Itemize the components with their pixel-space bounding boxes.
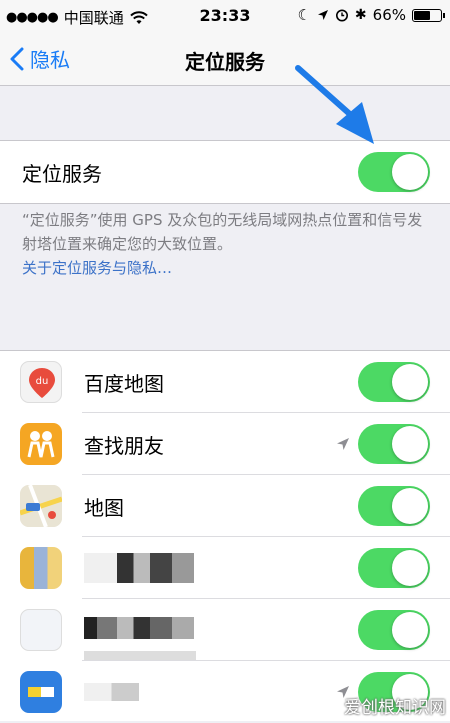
- svg-text:du: du: [36, 376, 49, 387]
- blurred-app-icon: [20, 547, 62, 589]
- toggle-knob: [392, 364, 428, 400]
- maps-icon: [20, 485, 62, 527]
- do-not-disturb-icon: ☾: [297, 6, 311, 24]
- location-services-row: 定位服务: [0, 141, 450, 203]
- baidu-map-toggle[interactable]: [358, 362, 430, 402]
- toggle-knob: [392, 488, 428, 524]
- bluetooth-icon: ✱: [354, 7, 367, 23]
- alarm-icon: [335, 9, 348, 22]
- app-row-find-friends: 查找朋友: [0, 413, 450, 475]
- battery-icon: [412, 8, 445, 22]
- pixelated-label: [84, 553, 194, 583]
- baidu-map-icon: du: [20, 361, 62, 403]
- annotation-arrow-icon: [295, 65, 374, 144]
- app-label: 地图: [84, 496, 124, 520]
- status-bar: ●●●●● 中国联通 23:33 ☾ ✱ 66%: [0, 0, 450, 32]
- app-row-blurred: [0, 599, 450, 661]
- blurred-app-toggle[interactable]: [358, 610, 430, 650]
- toggle-knob: [392, 154, 428, 190]
- description-text: “定位服务”使用 GPS 及众包的无线局域网热点位置和信号发射塔位置来确定您的大…: [22, 211, 423, 253]
- blurred-app-icon: [20, 609, 62, 651]
- find-friends-toggle[interactable]: [358, 424, 430, 464]
- toggle-knob: [392, 426, 428, 462]
- battery-percent: 66%: [372, 6, 406, 24]
- location-indicator-icon: [337, 438, 349, 450]
- battery-fill: [414, 10, 430, 20]
- location-arrow-icon: [317, 10, 328, 20]
- find-friends-icon: [20, 423, 62, 465]
- app-label: 百度地图: [84, 372, 164, 396]
- location-services-description: “定位服务”使用 GPS 及众包的无线局域网热点位置和信号发射塔位置来确定您的大…: [22, 208, 432, 280]
- location-services-toggle[interactable]: [358, 152, 430, 192]
- blurred-app-toggle[interactable]: [358, 548, 430, 588]
- toggle-knob: [392, 612, 428, 648]
- pixelated-label: [84, 683, 139, 701]
- app-row-maps: 地图: [0, 475, 450, 537]
- location-services-label: 定位服务: [22, 161, 102, 186]
- privacy-link[interactable]: 关于定位服务与隐私…: [22, 256, 432, 280]
- watermark: 爱创根知识网: [344, 698, 446, 718]
- toggle-knob: [392, 550, 428, 586]
- blurred-app-icon: [20, 671, 62, 713]
- app-row-baidu-map: du 百度地图: [0, 351, 450, 413]
- app-row-blurred: [0, 537, 450, 599]
- app-list: du 百度地图 查找朋友 地图: [0, 350, 450, 721]
- app-label: 查找朋友: [84, 434, 164, 458]
- status-right: ☾ ✱ 66%: [297, 6, 445, 24]
- maps-toggle[interactable]: [358, 486, 430, 526]
- pixelated-label: [84, 617, 194, 639]
- location-services-group: 定位服务: [0, 140, 450, 204]
